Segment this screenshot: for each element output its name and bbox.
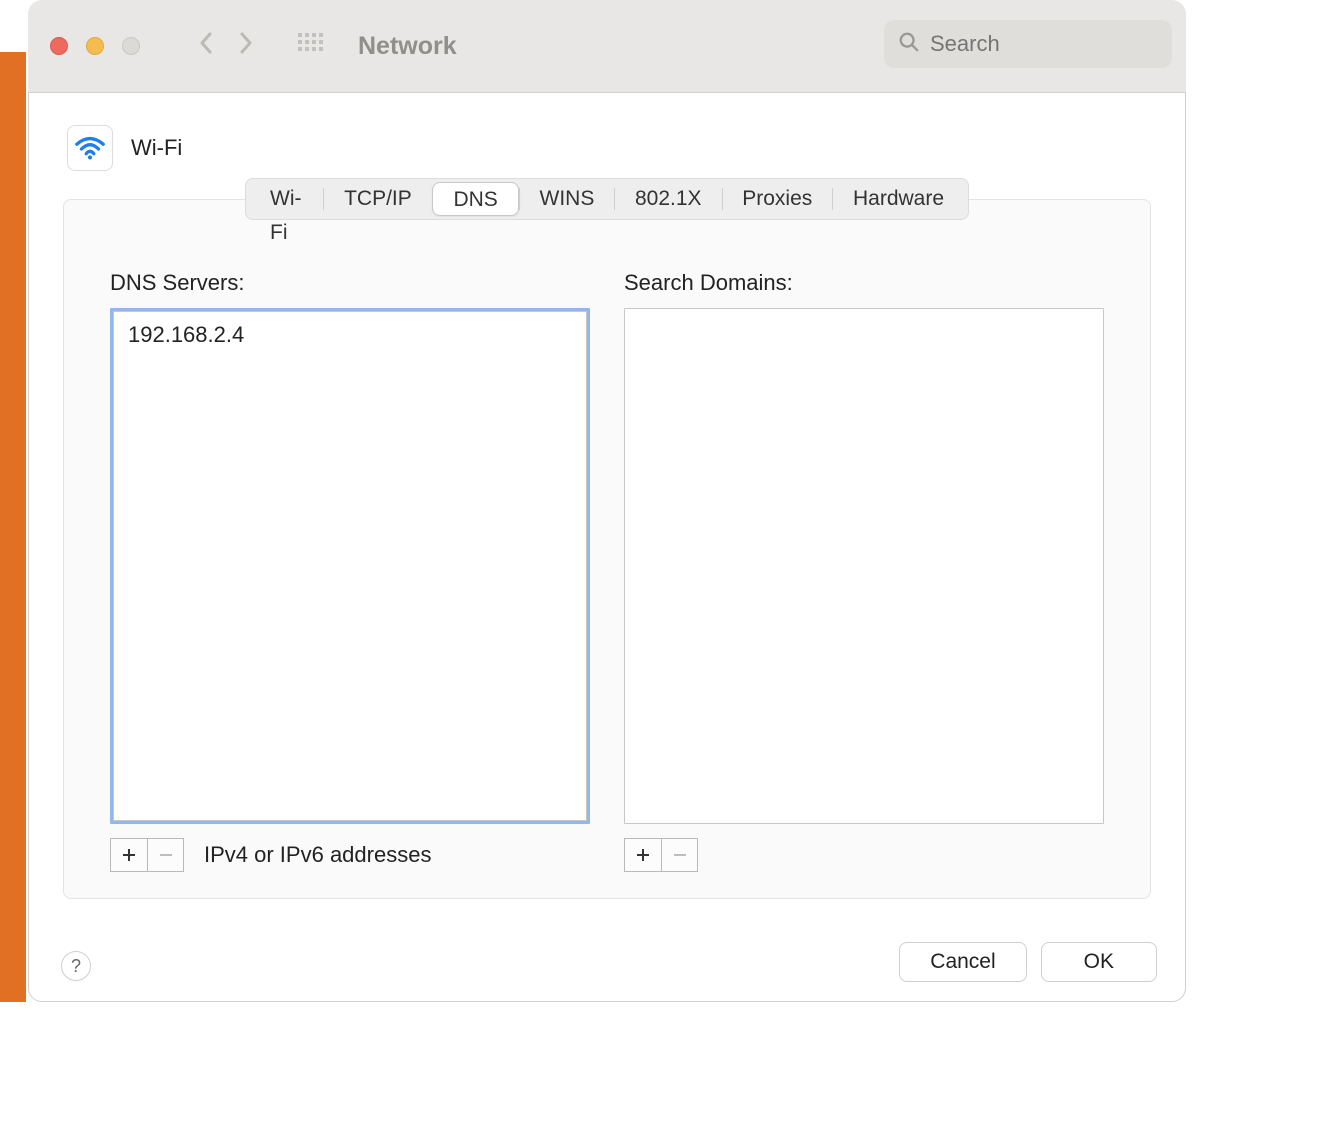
search-domains-label: Search Domains: (624, 270, 1104, 296)
minimize-window-button[interactable] (86, 37, 104, 55)
traffic-lights (50, 37, 140, 55)
ok-button-label: OK (1084, 950, 1114, 974)
close-window-button[interactable] (50, 37, 68, 55)
tab-proxies[interactable]: Proxies (722, 182, 832, 216)
ok-button[interactable]: OK (1041, 942, 1157, 982)
sheet-footer: ? Cancel OK (29, 923, 1185, 1001)
left-edge-strip (0, 52, 26, 1002)
forward-button[interactable] (232, 30, 260, 62)
dns-servers-hint: IPv4 or IPv6 addresses (204, 842, 431, 868)
tab-tcp-ip[interactable]: TCP/IP (324, 182, 432, 216)
search-domains-controls (624, 838, 1104, 872)
search-domains-column: Search Domains: (624, 270, 1104, 872)
tab-wins[interactable]: WINS (519, 182, 614, 216)
remove-search-domain-button[interactable] (661, 839, 697, 871)
sheet-header: Wi-Fi (29, 93, 1185, 171)
settings-sheet: Wi-Fi Wi-FiTCP/IPDNSWINS802.1XProxiesHar… (28, 92, 1186, 1002)
dns-servers-list[interactable]: 192.168.2.4 (110, 308, 590, 824)
search-domains-list[interactable] (624, 308, 1104, 824)
dns-servers-label: DNS Servers: (110, 270, 590, 296)
tab-802-1x[interactable]: 802.1X (615, 182, 722, 216)
dns-servers-controls: IPv4 or IPv6 addresses (110, 838, 590, 872)
tab-dns[interactable]: DNS (432, 182, 518, 216)
add-dns-server-button[interactable] (111, 839, 147, 871)
cancel-button-label: Cancel (930, 950, 995, 974)
tab-hardware[interactable]: Hardware (833, 182, 964, 216)
dns-servers-add-remove (110, 838, 184, 872)
search-icon (898, 31, 920, 58)
show-all-prefs-button[interactable] (298, 33, 324, 59)
dns-columns: DNS Servers: 192.168.2.4 IPv4 or IPv6 ad… (64, 200, 1150, 898)
add-search-domain-button[interactable] (625, 839, 661, 871)
content-panel: Wi-FiTCP/IPDNSWINS802.1XProxiesHardware … (63, 199, 1151, 899)
search-input[interactable] (930, 31, 1130, 57)
window-title: Network (358, 32, 457, 61)
interface-label: Wi-Fi (131, 135, 182, 161)
tab-bar: Wi-FiTCP/IPDNSWINS802.1XProxiesHardware (245, 178, 969, 220)
search-field[interactable] (884, 20, 1172, 68)
zoom-window-button[interactable] (122, 37, 140, 55)
tab-wi-fi[interactable]: Wi-Fi (250, 182, 323, 216)
help-button[interactable]: ? (61, 951, 91, 981)
wifi-icon (67, 125, 113, 171)
back-button[interactable] (192, 30, 220, 62)
dns-server-item[interactable]: 192.168.2.4 (114, 312, 586, 358)
dns-servers-column: DNS Servers: 192.168.2.4 IPv4 or IPv6 ad… (110, 270, 590, 872)
cancel-button[interactable]: Cancel (899, 942, 1026, 982)
remove-dns-server-button[interactable] (147, 839, 183, 871)
search-domains-add-remove (624, 838, 698, 872)
titlebar: Network (28, 0, 1186, 92)
